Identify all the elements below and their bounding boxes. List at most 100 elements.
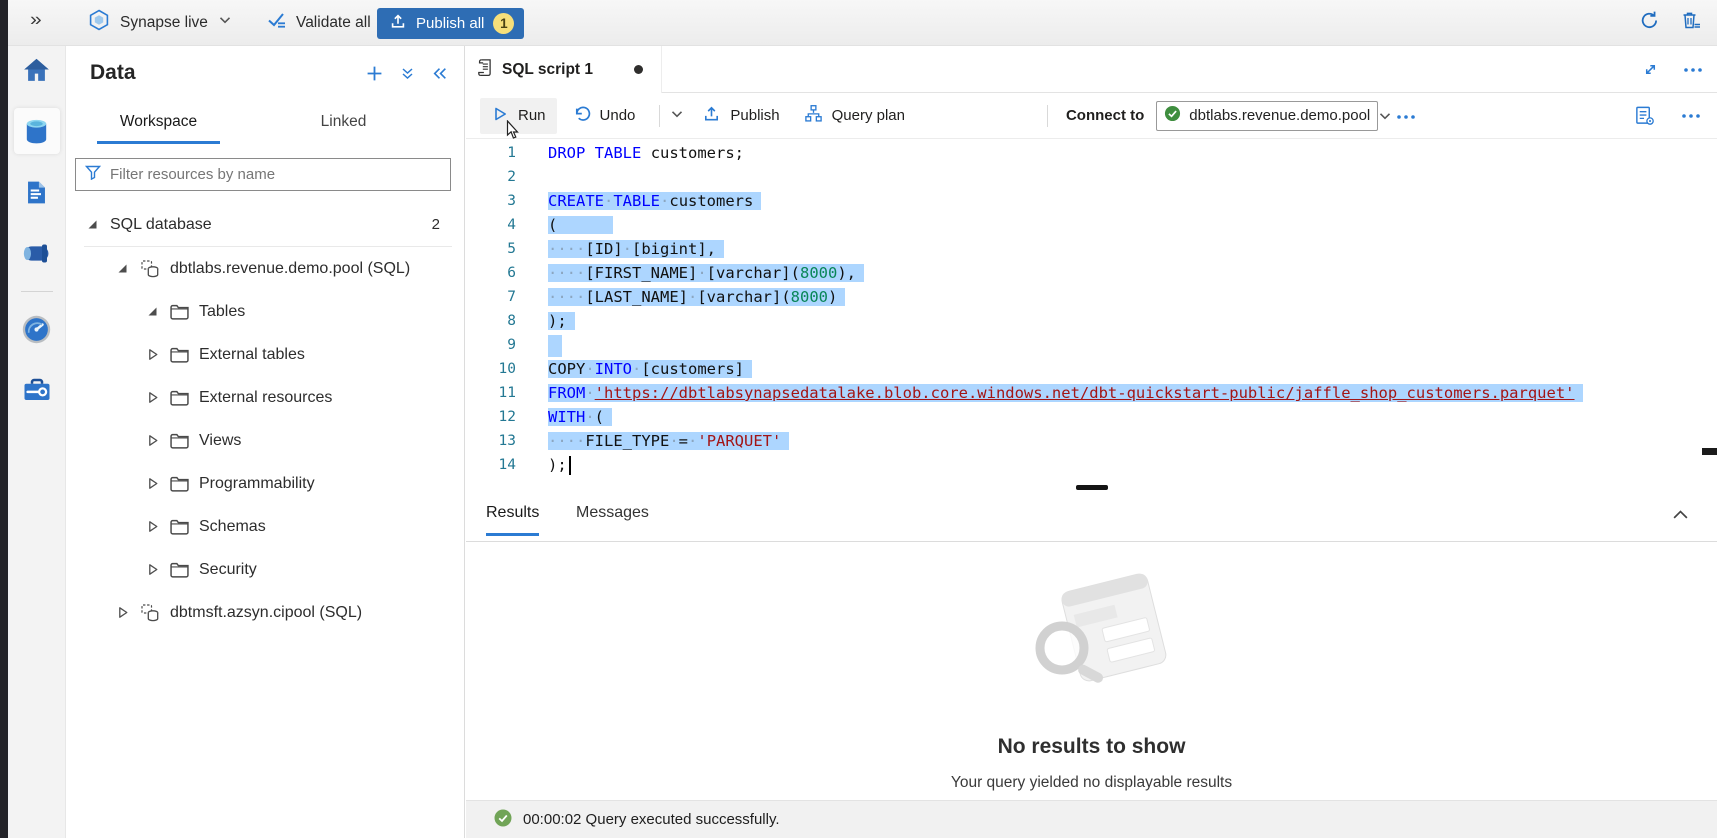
code-line: 12WITH·( <box>466 405 1717 429</box>
publish-icon <box>389 12 407 35</box>
tree-item-label: Schemas <box>199 518 266 536</box>
page-title: Data <box>90 61 136 85</box>
line-number: 8 <box>466 309 516 333</box>
query-status-bar: 00:00:02 Query executed successfully. <box>466 800 1717 838</box>
connected-status-icon <box>1164 105 1181 126</box>
environment-label: Synapse live <box>120 14 208 32</box>
line-number: 7 <box>466 285 516 309</box>
empty-results-title: No results to show <box>466 735 1717 759</box>
line-number: 12 <box>466 405 516 429</box>
run-button[interactable]: Run <box>480 98 557 134</box>
sidebar-item-integrate[interactable] <box>14 230 60 276</box>
add-resource-icon[interactable] <box>366 65 383 82</box>
environment-switcher[interactable]: Synapse live <box>88 0 232 45</box>
tree-item-label: dbtmsft.azsyn.cipool (SQL) <box>170 604 362 622</box>
chevron-down-icon <box>670 107 684 125</box>
selection-highlight: ····FILE_TYPE·=·'PARQUET' <box>548 432 789 450</box>
expanded-arrow-icon[interactable] <box>86 219 99 230</box>
sidebar-item-develop[interactable] <box>14 169 60 215</box>
tree-item[interactable]: Schemas <box>66 505 464 548</box>
left-nav-rail <box>8 46 66 838</box>
code-line-text: FROM·'https://dbtlabsynapsedatalake.blob… <box>516 381 1583 405</box>
unsaved-changes-dot <box>634 65 643 74</box>
connect-to-pool-dropdown[interactable]: dbtlabs.revenue.demo.pool <box>1156 101 1378 131</box>
collapsed-arrow-icon[interactable] <box>146 434 159 447</box>
more-ellipsis-icon[interactable] <box>1681 113 1701 119</box>
tab-workspace[interactable]: Workspace <box>66 104 251 144</box>
database-pool-icon <box>140 603 160 623</box>
undo-button[interactable]: Undo <box>573 105 636 127</box>
expanded-arrow-icon[interactable] <box>116 263 129 274</box>
undo-dropdown-chevron[interactable] <box>670 107 684 125</box>
code-line-text: CREATE·TABLE·customers <box>516 189 761 213</box>
chevron-down-icon <box>1378 109 1392 123</box>
code-line-text: ( <box>516 213 613 237</box>
validate-all-label: Validate all <box>296 14 371 32</box>
line-number: 13 <box>466 429 516 453</box>
tree-item[interactable]: External tables <box>66 333 464 376</box>
tab-sql-script-1[interactable]: SQL script 1 <box>466 46 662 93</box>
more-ellipsis-icon[interactable] <box>1683 67 1703 73</box>
sidebar-item-home[interactable] <box>14 47 60 93</box>
refresh-icon[interactable] <box>1639 10 1660 36</box>
tree-item[interactable]: dbtlabs.revenue.demo.pool (SQL) <box>66 247 464 290</box>
publish-button[interactable]: Publish <box>702 104 779 127</box>
tree-item[interactable]: SQL database2 <box>66 203 464 246</box>
tab-messages[interactable]: Messages <box>576 504 649 533</box>
line-number: 5 <box>466 237 516 261</box>
collapsed-arrow-icon[interactable] <box>146 477 159 490</box>
code-line: 1DROP TABLE customers; <box>466 141 1717 165</box>
collapsed-arrow-icon[interactable] <box>146 520 159 533</box>
folder-icon <box>170 562 189 578</box>
collapsed-arrow-icon[interactable] <box>116 606 129 619</box>
code-line-text <box>516 165 548 189</box>
editor-toolbar: Run Undo Publish Query plan Connect to d… <box>466 93 1717 139</box>
collapse-results-icon[interactable] <box>1672 509 1689 520</box>
sidebar-item-manage[interactable] <box>14 367 60 413</box>
sidebar-item-monitor[interactable] <box>14 306 60 352</box>
results-resize-handle[interactable] <box>1076 485 1108 490</box>
selection-highlight: COPY·INTO·[customers] <box>548 360 752 378</box>
code-line: 9 <box>466 333 1717 357</box>
tree-item-label: Views <box>199 432 241 450</box>
collapse-panel-icon[interactable] <box>432 66 448 81</box>
toolbar-more-button[interactable] <box>1396 107 1416 124</box>
folder-icon <box>170 347 189 363</box>
collapsed-arrow-icon[interactable] <box>146 348 159 361</box>
tree-item[interactable]: Tables <box>66 290 464 333</box>
sidebar-item-data[interactable] <box>14 108 60 154</box>
validate-all-button[interactable]: Validate all <box>266 0 371 45</box>
tree-item[interactable]: Security <box>66 548 464 591</box>
results-panel: Results Messages No results to <box>466 492 1717 800</box>
collapsed-arrow-icon[interactable] <box>146 391 159 404</box>
pool-name: dbtlabs.revenue.demo.pool <box>1189 107 1370 124</box>
tree-item[interactable]: dbtmsft.azsyn.cipool (SQL) <box>66 591 464 634</box>
code-line-text: ····FILE_TYPE·=·'PARQUET' <box>516 429 789 453</box>
selection-highlight: ); <box>548 312 575 330</box>
tree-item[interactable]: Views <box>66 419 464 462</box>
expanded-arrow-icon[interactable] <box>146 306 159 317</box>
double-chevron-down-icon[interactable] <box>400 66 415 81</box>
more-ellipsis-icon <box>1396 107 1416 124</box>
selection-highlight: ····[LAST_NAME]·[varchar](8000) <box>548 288 845 306</box>
publish-label: Publish <box>730 107 779 124</box>
script-properties-icon[interactable] <box>1634 105 1655 126</box>
empty-results-subtitle: Your query yielded no displayable result… <box>466 774 1717 792</box>
undo-icon <box>573 105 591 127</box>
tab-linked[interactable]: Linked <box>251 104 436 144</box>
sql-code-editor[interactable]: 1DROP TABLE customers;23CREATE·TABLE·cus… <box>466 139 1717 480</box>
expand-topbar-icon[interactable]: » <box>30 9 42 31</box>
filter-resources-input[interactable] <box>110 166 441 183</box>
main-editor-area: SQL script 1 Run Undo Publish Query plan <box>466 46 1717 838</box>
collapsed-arrow-icon[interactable] <box>146 563 159 576</box>
query-plan-button[interactable]: Query plan <box>804 104 905 127</box>
code-line: 13 ····FILE_TYPE·=·'PARQUET' <box>466 429 1717 453</box>
discard-trash-icon[interactable] <box>1680 10 1701 35</box>
expand-editor-icon[interactable] <box>1642 61 1659 78</box>
publish-all-button[interactable]: Publish all 1 <box>377 8 524 39</box>
tree-item[interactable]: External resources <box>66 376 464 419</box>
tab-results[interactable]: Results <box>486 504 539 536</box>
tree-item[interactable]: Programmability <box>66 462 464 505</box>
top-command-bar: » Synapse live Validate all Publish all … <box>0 0 1717 46</box>
scrollbar-cursor-marker <box>1702 448 1717 455</box>
